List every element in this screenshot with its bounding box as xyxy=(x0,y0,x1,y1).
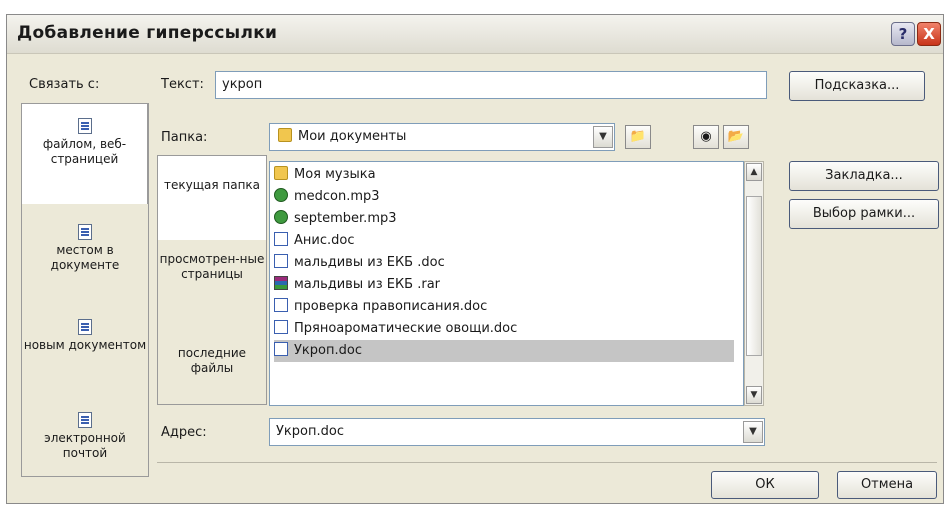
insert-hyperlink-dialog: Добавление гиперссылки ? X Связать с: фа… xyxy=(6,14,944,504)
word-document-icon xyxy=(274,320,288,334)
file-name: Укроп.doc xyxy=(294,343,362,358)
folder-label: Папка: xyxy=(161,130,208,145)
place-in-document-icon xyxy=(78,224,92,240)
new-document-icon xyxy=(78,319,92,335)
file-name: september.mp3 xyxy=(294,211,397,226)
file-name: мальдивы из ЕКБ .rar xyxy=(294,277,441,292)
close-button[interactable]: X xyxy=(917,22,941,46)
file-name: medcon.mp3 xyxy=(294,189,380,204)
cancel-button[interactable]: Отмена xyxy=(837,471,937,499)
browsed-pages-item[interactable]: просмотрен-ные страницы xyxy=(158,250,266,320)
file-row-anis[interactable]: Анис.doc xyxy=(274,230,734,252)
link-to-label: Связать с: xyxy=(29,77,100,92)
file-row-medcon[interactable]: medcon.mp3 xyxy=(274,186,734,208)
file-name: проверка правописания.doc xyxy=(294,299,488,314)
link-to-bar: файлом, веб-страницей местом в документе… xyxy=(21,103,149,477)
word-document-icon xyxy=(274,232,288,246)
scroll-thumb[interactable] xyxy=(746,196,762,356)
file-row-maldives-rar[interactable]: мальдивы из ЕКБ .rar xyxy=(274,274,734,296)
open-folder-icon: 📂 xyxy=(727,129,745,144)
globe-icon: ◉ xyxy=(700,129,712,144)
target-frame-button[interactable]: Выбор рамки... xyxy=(789,199,939,229)
up-folder-button[interactable]: 📁 xyxy=(625,125,651,149)
help-button[interactable]: ? xyxy=(891,22,915,46)
file-name: Пряноароматические овощи.doc xyxy=(294,321,518,336)
scroll-down-button[interactable]: ▼ xyxy=(746,386,762,404)
folder-select[interactable]: Мои документы xyxy=(269,123,615,151)
link-to-email[interactable]: электронной почтой xyxy=(22,404,148,476)
hint-button[interactable]: Подсказка... xyxy=(789,71,925,101)
folder-icon xyxy=(278,128,292,142)
link-to-web-page-label: файлом, веб-страницей xyxy=(42,137,127,166)
file-row-my-music[interactable]: Моя музыка xyxy=(274,164,734,186)
archive-file-icon xyxy=(274,276,288,290)
divider xyxy=(157,462,937,463)
bookmark-button[interactable]: Закладка... xyxy=(789,161,939,191)
link-to-place-label: местом в документе xyxy=(50,243,120,272)
folder-dropdown-button[interactable]: ▼ xyxy=(593,126,613,148)
file-list-scrollbar[interactable]: ▲ ▼ xyxy=(744,161,764,406)
link-to-email-label: электронной почтой xyxy=(44,431,126,460)
current-folder-item[interactable]: текущая папка xyxy=(158,156,266,240)
folder-value: Мои документы xyxy=(298,129,407,144)
title-bar: Добавление гиперссылки ? X xyxy=(7,15,943,54)
scroll-up-button[interactable]: ▲ xyxy=(746,163,762,181)
address-label: Адрес: xyxy=(161,425,207,440)
places-bar: текущая папка просмотрен-ные страницы по… xyxy=(157,155,267,405)
browse-web-button[interactable]: ◉ xyxy=(693,125,719,149)
up-folder-icon: 📁 xyxy=(629,129,647,144)
file-row-spicy-vegetables[interactable]: Пряноароматические овощи.doc xyxy=(274,318,734,340)
folder-icon xyxy=(274,166,288,180)
address-input[interactable]: Укроп.doc xyxy=(269,418,765,446)
link-to-new-document-label: новым документом xyxy=(23,338,147,352)
file-name: мальдивы из ЕКБ .doc xyxy=(294,255,445,270)
text-input[interactable]: укроп xyxy=(215,71,767,99)
word-document-icon xyxy=(274,254,288,268)
email-icon xyxy=(78,412,92,428)
audio-file-icon xyxy=(274,210,288,224)
word-document-icon xyxy=(274,342,288,356)
word-document-icon xyxy=(274,298,288,312)
file-row-maldives-doc[interactable]: мальдивы из ЕКБ .doc xyxy=(274,252,734,274)
dialog-title: Добавление гиперссылки xyxy=(17,23,278,43)
browse-file-button[interactable]: 📂 xyxy=(723,125,749,149)
audio-file-icon xyxy=(274,188,288,202)
file-row-spellcheck[interactable]: проверка правописания.doc xyxy=(274,296,734,318)
address-dropdown-button[interactable]: ▼ xyxy=(743,421,763,443)
recent-files-item[interactable]: последние файлы xyxy=(158,336,266,396)
file-list: Моя музыка medcon.mp3 september.mp3 Анис… xyxy=(269,161,744,406)
text-label: Текст: xyxy=(161,77,204,92)
link-to-place-in-document[interactable]: местом в документе xyxy=(22,214,148,294)
file-row-september[interactable]: september.mp3 xyxy=(274,208,734,230)
web-page-icon xyxy=(77,118,92,134)
file-name: Моя музыка xyxy=(294,167,376,182)
file-row-ukrop[interactable]: Укроп.doc xyxy=(274,340,734,362)
link-to-new-document[interactable]: новым документом xyxy=(22,309,148,389)
file-name: Анис.doc xyxy=(294,233,355,248)
ok-button[interactable]: ОК xyxy=(711,471,819,499)
link-to-web-page[interactable]: файлом, веб-страницей xyxy=(22,104,148,204)
